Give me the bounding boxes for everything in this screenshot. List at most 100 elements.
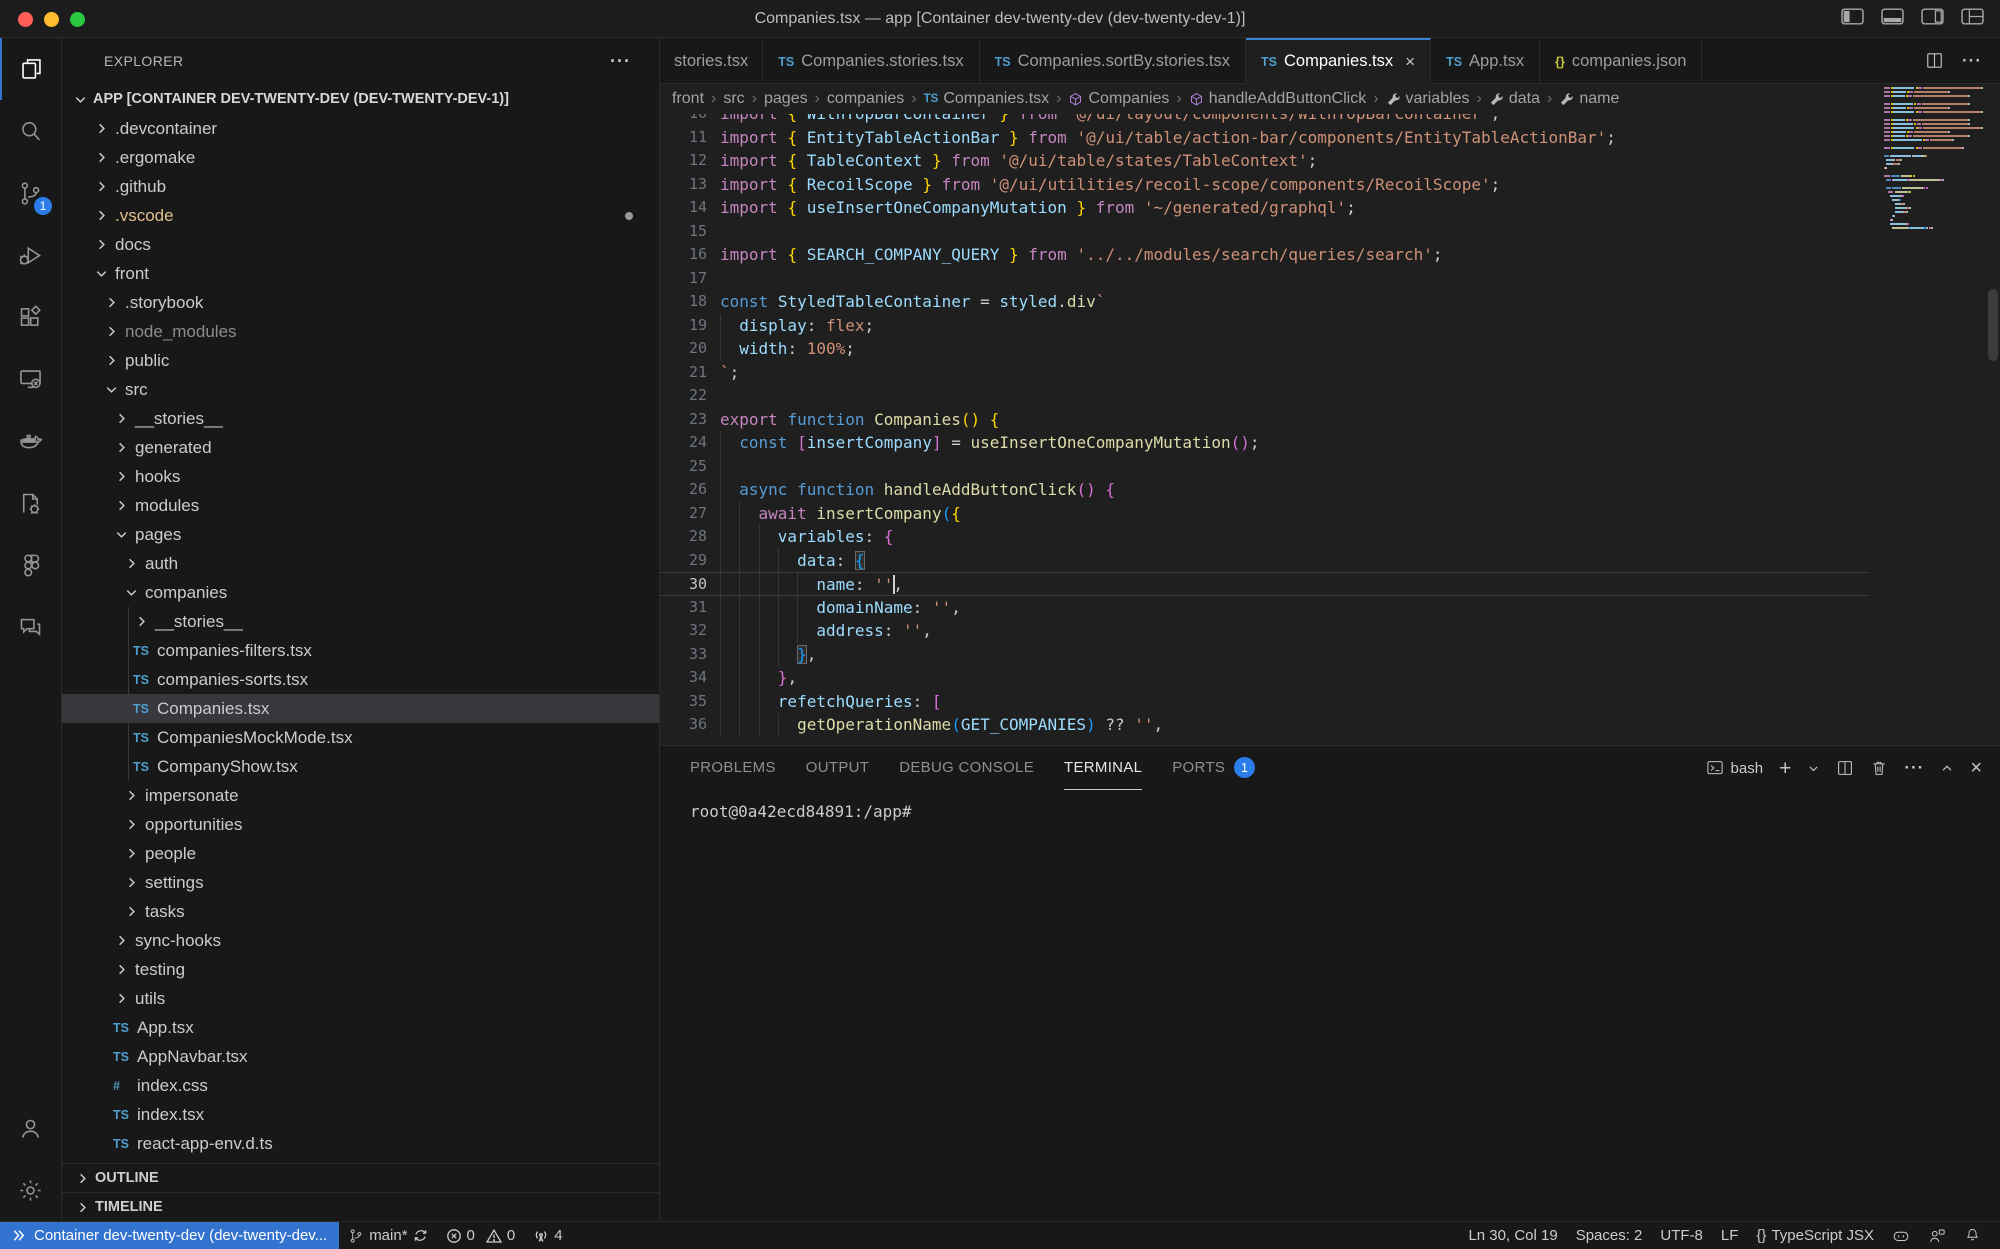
split-terminal-icon[interactable] — [1836, 759, 1854, 777]
explorer-icon[interactable] — [0, 38, 61, 100]
feedback-icon[interactable] — [1919, 1222, 1955, 1249]
indentation-item[interactable]: Spaces: 2 — [1567, 1222, 1652, 1249]
tree-item-pages[interactable]: pages — [62, 520, 659, 549]
toggle-sidebar-left-icon[interactable] — [1841, 8, 1864, 25]
settings-gear-icon[interactable] — [0, 1159, 61, 1221]
problems-item[interactable]: 0 0 — [437, 1222, 525, 1249]
search-icon[interactable] — [0, 100, 61, 162]
terminal-output[interactable]: root@0a42ecd84891:/app# — [660, 790, 2000, 1221]
outline-section-header[interactable]: OUTLINE — [62, 1163, 659, 1192]
editor-scrollbar[interactable] — [1988, 289, 1998, 361]
tree-item-index-tsx[interactable]: TSindex.tsx — [62, 1100, 659, 1129]
tree-item-appnavbar-tsx[interactable]: TSAppNavbar.tsx — [62, 1042, 659, 1071]
breadcrumb-item-variables[interactable]: variables — [1386, 90, 1470, 108]
tab-companies-json[interactable]: {}companies.json — [1540, 38, 1702, 84]
minimap[interactable] — [1884, 86, 1984, 230]
split-editor-icon[interactable] — [1925, 51, 1944, 70]
tree-item-companies[interactable]: companies — [62, 578, 659, 607]
breadcrumb-item-src[interactable]: src — [723, 90, 744, 108]
explorer-more-actions-icon[interactable]: ··· — [610, 51, 631, 72]
breadcrumb-item-data[interactable]: data — [1489, 90, 1540, 108]
terminal-dropdown-icon[interactable] — [1807, 762, 1820, 775]
tree-item-settings[interactable]: settings — [62, 868, 659, 897]
tree-item-storybook[interactable]: .storybook — [62, 288, 659, 317]
tree-item-people[interactable]: people — [62, 839, 659, 868]
comments-icon[interactable] — [0, 596, 61, 658]
minimize-window-button[interactable] — [44, 12, 59, 27]
tree-item-opportunities[interactable]: opportunities — [62, 810, 659, 839]
more-actions-icon[interactable]: ··· — [1962, 51, 1982, 71]
source-control-icon[interactable]: 1 — [0, 162, 61, 224]
tree-item-generated[interactable]: generated — [62, 433, 659, 462]
tree-item-sync-hooks[interactable]: sync-hooks — [62, 926, 659, 955]
tree-item-index-css[interactable]: #index.css — [62, 1071, 659, 1100]
remote-explorer-icon[interactable] — [0, 348, 61, 410]
tree-item-vscode[interactable]: .vscode — [62, 201, 659, 230]
terminal-profile[interactable]: bash — [1706, 759, 1764, 777]
language-mode-item[interactable]: {} TypeScript JSX — [1747, 1222, 1883, 1249]
toggle-panel-icon[interactable] — [1881, 8, 1904, 25]
panel-tab-ports[interactable]: PORTS1 — [1172, 746, 1255, 790]
breadcrumb-item-pages[interactable]: pages — [764, 90, 808, 108]
panel-tab-terminal[interactable]: TERMINAL — [1064, 746, 1142, 790]
ports-item[interactable]: 4 — [524, 1222, 571, 1249]
breadcrumb-item-companies-tsx[interactable]: TSCompanies.tsx — [924, 90, 1050, 108]
figma-icon[interactable] — [0, 534, 61, 596]
panel-tab-problems[interactable]: PROBLEMS — [690, 746, 776, 790]
tree-item-auth[interactable]: auth — [62, 549, 659, 578]
tree-item-utils[interactable]: utils — [62, 984, 659, 1013]
maximize-panel-icon[interactable] — [1940, 761, 1954, 775]
tree-item-docs[interactable]: docs — [62, 230, 659, 259]
tab-companies-tsx[interactable]: TSCompanies.tsx× — [1246, 38, 1431, 84]
accounts-icon[interactable] — [0, 1097, 61, 1159]
tree-item-tasks[interactable]: tasks — [62, 897, 659, 926]
tree-item-stories[interactable]: __stories__ — [62, 404, 659, 433]
tab-stories-tsx[interactable]: stories.tsx — [660, 38, 763, 84]
tree-item-companies-tsx[interactable]: TSCompanies.tsx — [62, 694, 659, 723]
kill-terminal-icon[interactable] — [1870, 759, 1888, 777]
copilot-icon[interactable] — [1883, 1222, 1919, 1249]
tab-companies-stories-tsx[interactable]: TSCompanies.stories.tsx — [763, 38, 979, 84]
tree-item-modules[interactable]: modules — [62, 491, 659, 520]
close-panel-icon[interactable]: × — [1970, 757, 1982, 780]
panel-more-actions-icon[interactable]: ··· — [1904, 758, 1924, 778]
dev-container-icon[interactable] — [0, 472, 61, 534]
customize-layout-icon[interactable] — [1961, 8, 1984, 25]
notifications-bell-icon[interactable] — [1955, 1222, 1990, 1249]
tree-item-devcontainer[interactable]: .devcontainer — [62, 114, 659, 143]
breadcrumb-item-companies[interactable]: Companies — [1068, 90, 1169, 108]
tree-item-companyshow-tsx[interactable]: TSCompanyShow.tsx — [62, 752, 659, 781]
zoom-window-button[interactable] — [70, 12, 85, 27]
extensions-icon[interactable] — [0, 286, 61, 348]
tree-item-github[interactable]: .github — [62, 172, 659, 201]
tree-item-react-app-env-d-ts[interactable]: TSreact-app-env.d.ts — [62, 1129, 659, 1158]
tree-item-node-modules[interactable]: node_modules — [62, 317, 659, 346]
cursor-position-item[interactable]: Ln 30, Col 19 — [1459, 1222, 1566, 1249]
tree-item-front[interactable]: front — [62, 259, 659, 288]
code-editor[interactable]: 10import { WithTopBarContainer } from '@… — [660, 114, 2000, 745]
tree-item-companies-filters-tsx[interactable]: TScompanies-filters.tsx — [62, 636, 659, 665]
tree-item-app-tsx[interactable]: TSApp.tsx — [62, 1013, 659, 1042]
panel-tab-debug-console[interactable]: DEBUG CONSOLE — [899, 746, 1034, 790]
breadcrumb-item-handleaddbuttonclick[interactable]: handleAddButtonClick — [1189, 90, 1366, 108]
tree-item-companiesmockmode-tsx[interactable]: TSCompaniesMockMode.tsx — [62, 723, 659, 752]
tree-item-companies-sorts-tsx[interactable]: TScompanies-sorts.tsx — [62, 665, 659, 694]
toggle-sidebar-right-icon[interactable] — [1921, 8, 1944, 25]
tree-item-hooks[interactable]: hooks — [62, 462, 659, 491]
breadcrumb-item-front[interactable]: front — [672, 90, 704, 108]
workspace-section-header[interactable]: APP [CONTAINER DEV-TWENTY-DEV (DEV-TWENT… — [62, 84, 659, 114]
git-branch-item[interactable]: main* — [339, 1222, 436, 1249]
close-window-button[interactable] — [18, 12, 33, 27]
tree-item-src[interactable]: src — [62, 375, 659, 404]
new-terminal-icon[interactable]: + — [1779, 758, 1791, 779]
remote-indicator[interactable]: Container dev-twenty-dev (dev-twenty-dev… — [0, 1222, 339, 1249]
docker-icon[interactable] — [0, 410, 61, 472]
timeline-section-header[interactable]: TIMELINE — [62, 1192, 659, 1221]
panel-tab-output[interactable]: OUTPUT — [806, 746, 869, 790]
breadcrumb-item-companies[interactable]: companies — [827, 90, 904, 108]
tab-app-tsx[interactable]: TSApp.tsx — [1431, 38, 1540, 84]
tab-companies-sortby-stories-tsx[interactable]: TSCompanies.sortBy.stories.tsx — [980, 38, 1246, 84]
eol-item[interactable]: LF — [1712, 1222, 1748, 1249]
tree-item-ergomake[interactable]: .ergomake — [62, 143, 659, 172]
tree-item-impersonate[interactable]: impersonate — [62, 781, 659, 810]
